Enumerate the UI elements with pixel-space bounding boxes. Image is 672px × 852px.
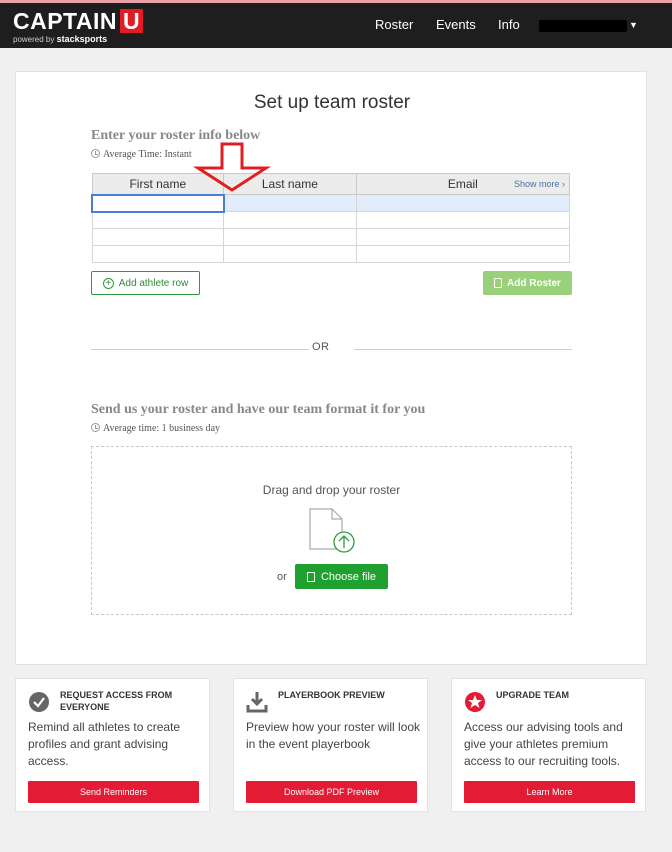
red-arrow-annotation-icon xyxy=(192,142,272,192)
choose-file-button[interactable]: Choose file xyxy=(295,564,388,589)
avg-time-instant: Average Time: Instant xyxy=(103,149,192,160)
download-icon xyxy=(246,692,268,713)
avg-time-business-day: Average time: 1 business day xyxy=(103,423,221,434)
cell-email[interactable] xyxy=(355,228,571,246)
document-icon xyxy=(494,278,503,288)
cell-first-name[interactable] xyxy=(91,211,225,229)
cell-first-name[interactable] xyxy=(91,228,225,246)
tile-body: Remind all athletes to create profiles a… xyxy=(28,720,181,768)
tile-title: REQUEST ACCESS FROM EVERYONE xyxy=(60,690,173,712)
column-email: Email Show more › xyxy=(355,173,571,195)
tile-playerbook-preview: PLAYERBOOK PREVIEW Preview how your rost… xyxy=(233,678,428,812)
or-separator: OR xyxy=(312,341,330,353)
check-circle-icon xyxy=(29,692,49,712)
page-title: Set up team roster xyxy=(253,92,411,113)
roster-setup-card: Set up team roster Enter your roster inf… xyxy=(15,71,647,665)
tile-title: PLAYERBOOK PREVIEW xyxy=(278,690,385,700)
captainu-logo[interactable]: CAPTAIN U powered by stacksports xyxy=(13,8,144,44)
cell-last-name[interactable] xyxy=(223,211,357,229)
cell-email[interactable] xyxy=(355,194,571,212)
user-menu-redacted[interactable] xyxy=(539,20,627,32)
tile-request-access: REQUEST ACCESS FROM EVERYONE Remind all … xyxy=(15,678,210,812)
file-upload-icon xyxy=(309,508,355,553)
roster-table: First name Last name Email Show more › xyxy=(91,173,571,263)
cell-email[interactable] xyxy=(355,211,571,229)
clock-icon xyxy=(91,423,100,432)
top-nav: CAPTAIN U powered by stacksports Roster E… xyxy=(0,0,672,48)
logo-u: U xyxy=(120,9,144,33)
or-label: or xyxy=(277,571,287,583)
logo-powered: powered by xyxy=(13,35,55,44)
tile-body: Preview how your roster will look in the… xyxy=(246,720,421,751)
add-roster-button[interactable]: Add Roster xyxy=(483,271,572,295)
divider-right xyxy=(354,349,572,350)
logo-text: CAPTAIN xyxy=(13,8,118,34)
download-pdf-preview-button[interactable]: Download PDF Preview xyxy=(246,781,417,803)
star-badge-icon xyxy=(465,692,485,712)
send-reminders-button[interactable]: Send Reminders xyxy=(28,781,199,803)
roster-dropzone[interactable]: Drag and drop your roster or Choose file xyxy=(91,446,572,615)
divider-left xyxy=(91,349,309,350)
nav-roster[interactable]: Roster xyxy=(375,17,413,32)
document-icon xyxy=(306,571,315,582)
nav-events[interactable]: Events xyxy=(436,17,476,32)
cell-last-name[interactable] xyxy=(223,194,357,212)
drag-drop-label: Drag and drop your roster xyxy=(262,483,401,497)
nav-info[interactable]: Info xyxy=(498,17,520,32)
cell-first-name[interactable] xyxy=(91,193,225,213)
cell-email[interactable] xyxy=(355,245,571,263)
learn-more-button[interactable]: Learn More xyxy=(464,781,635,803)
tile-title: UPGRADE TEAM xyxy=(496,690,570,700)
caret-down-icon[interactable]: ▼ xyxy=(629,20,638,30)
column-email-label: Email xyxy=(447,177,478,191)
send-roster-heading: Send us your roster and have our team fo… xyxy=(91,402,426,417)
clock-icon xyxy=(91,149,100,158)
add-athlete-row-button[interactable]: + Add athlete row xyxy=(91,271,200,295)
show-more-link[interactable]: Show more › xyxy=(514,179,565,189)
cell-last-name[interactable] xyxy=(223,228,357,246)
tile-body: Access our advising tools and give your … xyxy=(464,720,623,768)
tile-upgrade-team: UPGRADE TEAM Access our advising tools a… xyxy=(451,678,646,812)
cell-last-name[interactable] xyxy=(223,245,357,263)
cell-first-name[interactable] xyxy=(91,245,225,263)
plus-circle-icon: + xyxy=(102,277,114,289)
logo-brand: stacksports xyxy=(56,34,108,44)
